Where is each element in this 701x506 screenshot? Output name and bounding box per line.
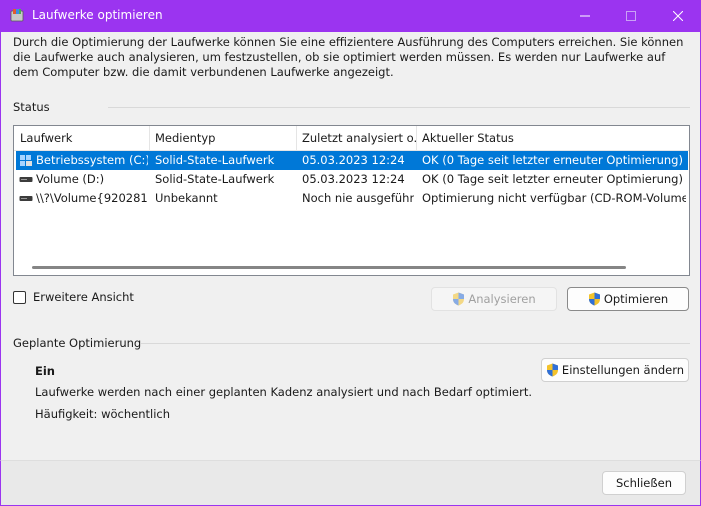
optimize-button[interactable]: Optimieren [567, 287, 689, 311]
cell-media-type: Solid-State-Laufwerk [155, 153, 275, 167]
maximize-icon [626, 11, 636, 21]
close-icon [673, 11, 683, 21]
uac-shield-icon [588, 292, 600, 306]
cell-last-analyzed: 05.03.2023 12:24 [302, 172, 405, 186]
scheduled-status: Ein [35, 364, 55, 378]
uac-shield-icon [453, 292, 465, 306]
cell-last-analyzed: 05.03.2023 12:24 [302, 153, 405, 167]
cell-drive: Volume (D:) [36, 172, 105, 186]
scheduled-description: Laufwerke werden nach einer geplanten Ka… [35, 385, 533, 399]
horizontal-scrollbar[interactable] [32, 266, 626, 269]
table-row[interactable]: Volume (D:) Solid-State-Laufwerk 05.03.2… [14, 170, 689, 189]
column-media-type[interactable]: Medientyp [149, 126, 296, 151]
optimize-button-label: Optimieren [603, 292, 669, 306]
status-section-label: Status [13, 100, 50, 114]
description-text: Durch die Optimierung der Laufwerke könn… [13, 35, 684, 79]
cell-media-type: Solid-State-Laufwerk [155, 172, 275, 186]
drive-icon [19, 196, 33, 201]
column-last-analyzed[interactable]: Zuletzt analysiert o... [296, 126, 416, 151]
close-button[interactable]: Schließen [602, 471, 686, 495]
table-row[interactable]: \\?\Volume{920281... Unbekannt Noch nie … [14, 189, 689, 208]
drives-list[interactable]: Laufwerk Medientyp Zuletzt analysiert o.… [13, 125, 690, 276]
cell-drive: \\?\Volume{920281... [36, 191, 148, 205]
drive-icon [19, 177, 33, 182]
cell-drive: Betriebssystem (C:) [36, 153, 148, 167]
advanced-view-label[interactable]: Erweitere Ansicht [33, 290, 134, 304]
column-current-status[interactable]: Aktueller Status [416, 126, 688, 151]
cell-last-analyzed: Noch nie ausgeführt [302, 191, 414, 205]
analyze-button-label: Analysieren [468, 292, 536, 306]
checkbox-box[interactable] [13, 290, 26, 304]
drives-list-header: Laufwerk Medientyp Zuletzt analysiert o.… [14, 126, 689, 151]
cell-current-status: Optimierung nicht verfügbar (CD-ROM-Volu… [422, 191, 686, 205]
change-settings-button[interactable]: Einstellungen ändern [541, 358, 689, 382]
uac-shield-icon [546, 363, 558, 377]
advanced-view-checkbox[interactable]: Erweitere Ansicht [13, 289, 134, 305]
status-divider [108, 107, 690, 108]
scheduled-frequency: Häufigkeit: wöchentlich [35, 407, 171, 421]
table-row[interactable]: Betriebssystem (C:) Solid-State-Laufwerk… [14, 151, 689, 170]
close-window-button[interactable] [655, 0, 701, 32]
windows-drive-icon [20, 155, 32, 166]
defrag-app-icon [10, 9, 24, 22]
cell-current-status: OK (0 Tage seit letzter erneuter Optimie… [422, 172, 683, 186]
cell-media-type: Unbekannt [155, 191, 218, 205]
dialog-footer [0, 460, 701, 506]
scheduled-divider [141, 343, 690, 344]
scheduled-section-label: Geplante Optimierung [13, 336, 142, 350]
title-bar: Laufwerke optimieren [0, 0, 701, 32]
maximize-button [608, 0, 654, 32]
minimize-button[interactable] [562, 0, 608, 32]
change-settings-button-label: Einstellungen ändern [561, 363, 685, 377]
analyze-button[interactable]: Analysieren [431, 287, 557, 311]
close-button-label: Schließen [616, 476, 672, 490]
column-drive[interactable]: Laufwerk [14, 126, 149, 151]
cell-current-status: OK (0 Tage seit letzter erneuter Optimie… [422, 153, 683, 167]
minimize-icon [580, 15, 590, 17]
window-title: Laufwerke optimieren [32, 8, 163, 22]
